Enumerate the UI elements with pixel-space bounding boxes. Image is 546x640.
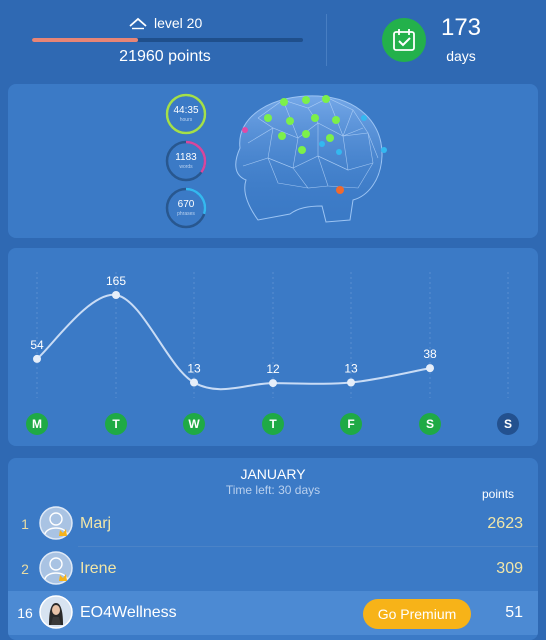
brain-progress-card[interactable]: 44:35 hours 1183 words 670 phrases [8, 84, 538, 238]
data-label: 54 [30, 338, 44, 352]
weekday-badge: T [105, 413, 127, 435]
data-label: 13 [344, 362, 358, 376]
streak-days-count: 173 [440, 14, 482, 41]
data-point [33, 354, 41, 363]
phrases-value: 670 [177, 199, 195, 210]
user-photo-avatar [39, 595, 73, 629]
leaderboard-row[interactable]: 1 Marj 2623 [8, 502, 538, 546]
stats-header: level 20 21960 points 173 days [0, 0, 546, 78]
data-point [190, 378, 198, 387]
hours-value: 44:35 [173, 105, 199, 116]
player-name: EO4Wellness [80, 604, 177, 621]
points-column-header: points [482, 487, 515, 501]
hours-unit: hours [179, 117, 193, 123]
player-name: Marj [80, 515, 112, 532]
data-label: 38 [423, 347, 437, 361]
rank-number: 1 [21, 516, 29, 532]
leaderboard-month: JANUARY [240, 466, 306, 482]
default-avatar-icon [39, 551, 73, 585]
weekday-badge: S [419, 413, 441, 435]
player-name: Irene [80, 560, 117, 577]
words-stat-ring: 1183 words [165, 140, 207, 182]
data-point [269, 379, 277, 388]
data-point [112, 291, 120, 299]
streak-calendar-button[interactable] [382, 18, 426, 62]
weekday-badge: F [340, 413, 362, 435]
series-line [36, 293, 431, 391]
weekday-badge: M [26, 413, 48, 435]
streak-days-label: days [446, 48, 476, 64]
phrases-stat-ring: 670 phrases [165, 187, 207, 229]
weekday-badge: T [262, 413, 284, 435]
calendar-check-icon [393, 29, 415, 51]
level-indicator[interactable]: level 20 [128, 15, 202, 31]
rank-number: 16 [17, 605, 33, 621]
brain-head-illustration [235, 95, 387, 223]
player-score: 51 [505, 604, 523, 621]
weekly-line-chart: 54 165 13 12 13 38 [30, 272, 509, 398]
chevron-up-icon [129, 17, 147, 30]
default-avatar-icon [39, 506, 73, 540]
data-label: 12 [266, 362, 280, 376]
level-label: level 20 [154, 15, 203, 31]
header-divider [326, 14, 327, 66]
level-progress-bar [32, 38, 303, 42]
weekday-badge: W [183, 413, 205, 435]
weekday-badge: S [497, 413, 519, 435]
data-point [426, 364, 434, 373]
player-score: 309 [496, 560, 523, 577]
leaderboard-row[interactable]: 2 Irene 309 [8, 547, 538, 591]
leaderboard-card: JANUARY Time left: 30 days points 1 Marj… [8, 458, 538, 640]
time-left-label: Time left: 30 days [225, 483, 321, 497]
current-user-row[interactable]: 16 EO4Wellness Go Premium 51 [8, 591, 538, 635]
level-progress-fill [32, 38, 138, 42]
hours-stat-ring: 44:35 hours [165, 93, 207, 135]
rank-number: 2 [21, 561, 29, 577]
go-premium-button[interactable]: Go Premium [363, 599, 471, 629]
words-value: 1183 [175, 152, 197, 163]
player-score: 2623 [487, 515, 523, 532]
data-point [347, 378, 355, 387]
data-label: 13 [187, 362, 201, 376]
weekly-activity-card: 54 165 13 12 13 38 M T W T F S S [8, 248, 538, 446]
phrases-unit: phrases [177, 211, 195, 217]
points-total: 21960 points [119, 48, 211, 65]
words-unit: words [179, 164, 193, 170]
data-label: 165 [106, 274, 126, 288]
